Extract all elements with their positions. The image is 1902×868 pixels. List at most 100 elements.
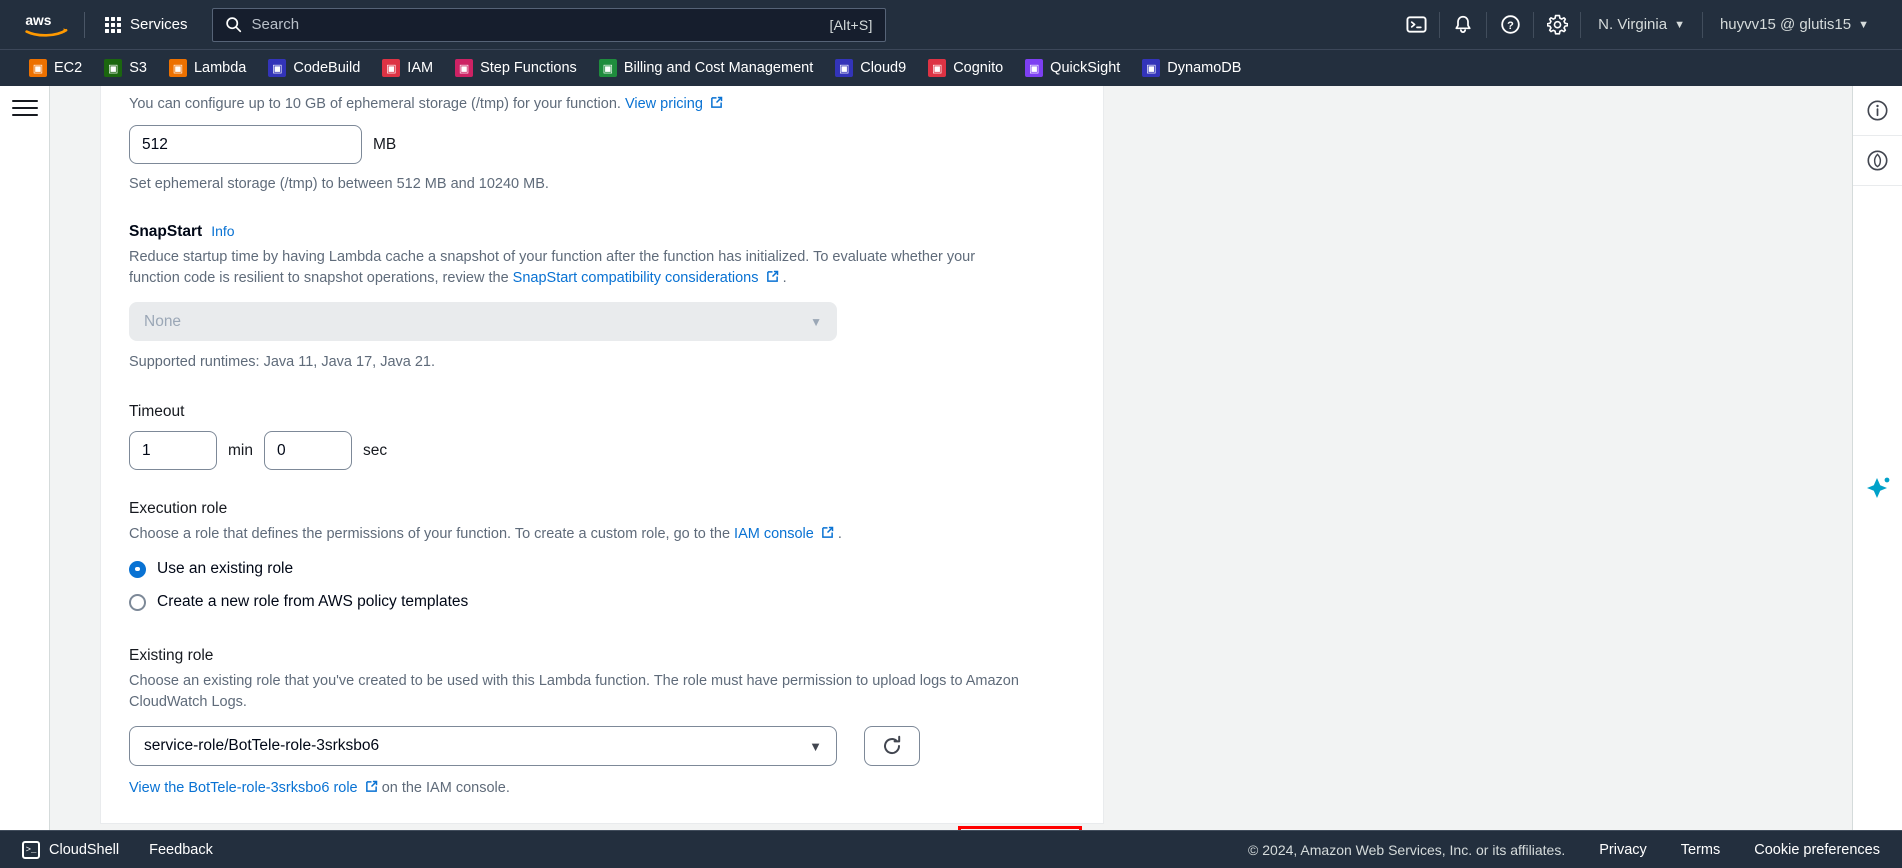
iam-console-link[interactable]: IAM console xyxy=(734,526,838,542)
notifications-bell-icon[interactable] xyxy=(1440,0,1486,49)
footer-cloudshell-label: CloudShell xyxy=(49,841,120,858)
shield-icon xyxy=(1867,150,1888,171)
footer-left-group: >_ CloudShell Feedback xyxy=(22,840,213,859)
security-panel-toggle[interactable] xyxy=(1852,136,1902,186)
favorite-service-label: EC2 xyxy=(54,60,83,76)
search-input[interactable] xyxy=(251,16,830,33)
service-icon: ▣ xyxy=(835,59,854,77)
external-link-icon xyxy=(365,780,377,793)
ephemeral-storage-constraint: Set ephemeral storage (/tmp) to between … xyxy=(129,176,549,193)
execution-role-label: Execution role xyxy=(129,500,228,518)
view-role-line: View the BotTele-role-3srksbo6 role on t… xyxy=(129,778,1075,799)
top-navigation-bar: aws Services [Alt+S] xyxy=(0,0,1902,49)
snapstart-select: None ▼ xyxy=(129,302,837,342)
aws-logo[interactable]: aws xyxy=(16,10,70,40)
radio-label: Use an existing role xyxy=(157,560,294,578)
cloudshell-glyph-icon xyxy=(1406,16,1427,33)
gear-glyph-icon xyxy=(1546,14,1568,35)
aws-logo-icon: aws xyxy=(25,13,68,37)
favorite-service-label: QuickSight xyxy=(1050,60,1121,76)
external-link-icon xyxy=(711,96,723,108)
nav-right-cluster: ? N. Virginia ▼ huyvv15 @ glutis15 ▼ xyxy=(1393,0,1886,49)
favorite-service-cloud9[interactable]: ▣ Cloud9 xyxy=(824,50,917,86)
grid-apps-icon xyxy=(105,16,121,33)
snapstart-label: SnapStart xyxy=(129,223,203,241)
service-icon: ▣ xyxy=(268,59,287,77)
favorite-service-label: CodeBuild xyxy=(293,60,361,76)
favorite-service-label: Cloud9 xyxy=(860,60,907,76)
region-selector[interactable]: N. Virginia ▼ xyxy=(1581,0,1702,49)
favorite-service-dynamodb[interactable]: ▣ DynamoDB xyxy=(1131,50,1252,86)
footer-cloudshell-button[interactable]: >_ CloudShell xyxy=(22,840,120,859)
snapstart-compatibility-link[interactable]: SnapStart compatibility considerations xyxy=(513,270,783,286)
favorites-bar: ▣ EC2 ▣ S3 ▣ Lambda ▣ CodeBuild ▣ IAM ▣ Step Functi… xyxy=(0,49,1902,86)
bell-glyph-icon xyxy=(1455,15,1471,34)
service-icon: ▣ xyxy=(598,59,617,77)
svg-text:?: ? xyxy=(1507,20,1514,32)
timeout-seconds-input[interactable] xyxy=(263,431,352,471)
radio-indicator-unselected xyxy=(129,593,146,611)
nav-divider xyxy=(84,11,85,38)
service-icon: ▣ xyxy=(1142,59,1161,77)
settings-gear-icon[interactable] xyxy=(1534,0,1580,49)
services-menu-button[interactable]: Services xyxy=(99,11,194,38)
q-assistant-icon xyxy=(1867,477,1890,498)
refresh-roles-button[interactable] xyxy=(864,726,920,767)
footer-link-privacy[interactable]: Privacy xyxy=(1599,842,1647,858)
services-label: Services xyxy=(130,16,188,33)
snapstart-info-link[interactable]: Info xyxy=(211,223,234,239)
view-pricing-link[interactable]: View pricing xyxy=(625,96,723,112)
existing-role-description: Choose an existing role that you've crea… xyxy=(129,671,1075,713)
favorite-service-cognito[interactable]: ▣ Cognito xyxy=(917,50,1014,86)
favorite-service-lambda[interactable]: ▣ Lambda xyxy=(158,50,257,86)
service-icon: ▣ xyxy=(455,59,474,77)
right-utility-rail xyxy=(1852,86,1902,830)
chevron-down-icon: ▼ xyxy=(809,738,822,754)
service-icon: ▣ xyxy=(29,59,47,77)
q-assistant-button[interactable] xyxy=(1856,466,1900,510)
help-question-icon[interactable]: ? xyxy=(1487,0,1533,49)
page-shell: You can configure up to 10 GB of ephemer… xyxy=(0,86,1902,830)
ephemeral-storage-desc-text: You can configure up to 10 GB of ephemer… xyxy=(129,96,621,112)
svg-text:aws: aws xyxy=(25,13,51,28)
main-content-area: You can configure up to 10 GB of ephemer… xyxy=(50,86,1852,830)
favorite-service-label: S3 xyxy=(129,60,147,76)
favorite-service-billing-and-cost-management[interactable]: ▣ Billing and Cost Management xyxy=(588,50,824,86)
execution-role-description: Choose a role that defines the permissio… xyxy=(129,526,842,543)
timeout-label: Timeout xyxy=(129,403,185,421)
existing-role-select[interactable]: service-role/BotTele-role-3srksbo6 ▼ xyxy=(129,726,837,767)
service-icon: ▣ xyxy=(104,59,123,77)
chevron-down-icon: ▼ xyxy=(810,314,822,329)
account-menu[interactable]: huyvv15 @ glutis15 ▼ xyxy=(1703,0,1886,49)
snapstart-description: Reduce startup time by having Lambda cac… xyxy=(129,249,976,287)
timeout-sec-unit: sec xyxy=(362,441,388,459)
cloudshell-icon: >_ xyxy=(22,840,40,859)
favorite-service-s3[interactable]: ▣ S3 xyxy=(93,50,158,86)
favorite-service-quicksight[interactable]: ▣ QuickSight xyxy=(1014,50,1131,86)
favorite-service-codebuild[interactable]: ▣ CodeBuild xyxy=(257,50,371,86)
external-link-icon xyxy=(821,526,834,538)
info-panel-toggle[interactable] xyxy=(1852,86,1902,136)
timeout-minutes-input[interactable] xyxy=(129,431,217,471)
global-search-bar[interactable]: [Alt+S] xyxy=(211,7,886,42)
cloudshell-icon[interactable] xyxy=(1393,0,1439,49)
service-icon: ▣ xyxy=(382,59,401,77)
footer-feedback-button[interactable]: Feedback xyxy=(149,842,213,858)
view-role-link[interactable]: View the BotTele-role-3srksbo6 role xyxy=(129,780,382,796)
snapstart-selected-value: None xyxy=(144,312,182,330)
footer-link-cookie-preferences[interactable]: Cookie preferences xyxy=(1754,842,1880,858)
favorite-service-ec2[interactable]: ▣ EC2 xyxy=(18,50,93,86)
radio-create-new-role[interactable]: Create a new role from AWS policy templa… xyxy=(129,593,1075,611)
ephemeral-storage-input[interactable] xyxy=(129,125,362,165)
footer-link-terms[interactable]: Terms xyxy=(1681,842,1720,858)
menu-hamburger-icon[interactable] xyxy=(11,100,38,118)
favorite-service-label: DynamoDB xyxy=(1167,60,1242,76)
snapstart-supported-runtimes: Supported runtimes: Java 11, Java 17, Ja… xyxy=(129,354,436,371)
ephemeral-storage-unit: MB xyxy=(373,135,397,153)
favorite-service-iam[interactable]: ▣ IAM xyxy=(371,50,444,86)
question-circle-glyph-icon: ? xyxy=(1500,15,1520,34)
search-icon xyxy=(225,17,241,33)
favorite-service-label: Billing and Cost Management xyxy=(623,60,814,76)
radio-use-existing-role[interactable]: Use an existing role xyxy=(129,560,1075,578)
favorite-service-step-functions[interactable]: ▣ Step Functions xyxy=(444,50,588,86)
